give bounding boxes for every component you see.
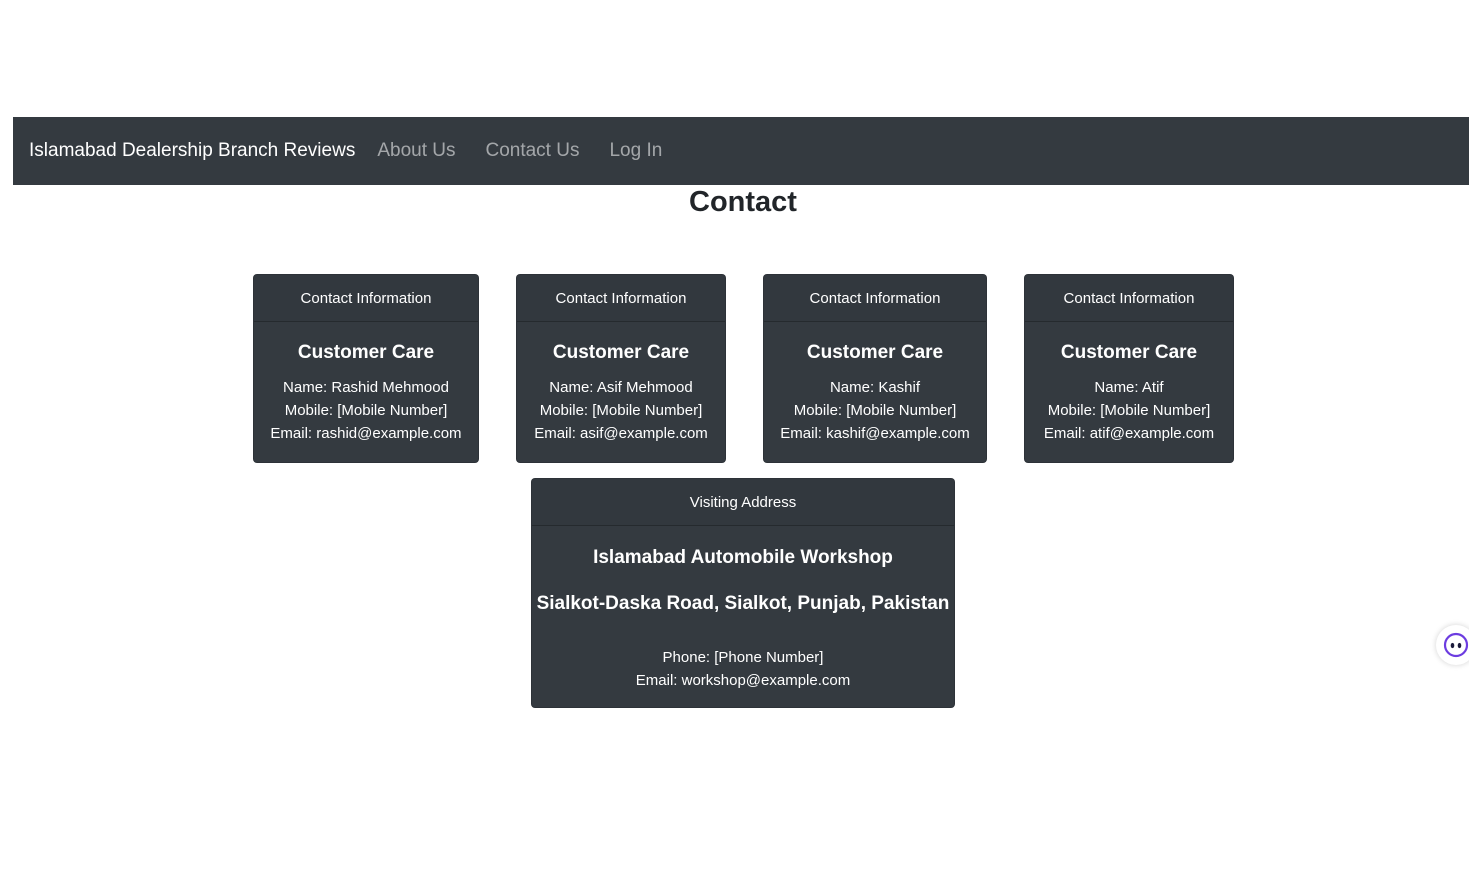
nav-link-about-us[interactable]: About Us (377, 140, 455, 162)
contact-card-asif: Contact Information Customer Care Name: … (516, 274, 726, 463)
card-title: Customer Care (297, 342, 435, 363)
workshop-location: Sialkot-Daska Road, Sialkot, Punjab, Pak… (536, 593, 950, 614)
nav-link-log-in[interactable]: Log In (609, 140, 662, 162)
card-header: Contact Information (254, 275, 478, 322)
card-title: Customer Care (552, 342, 690, 363)
card-body: Islamabad Automobile Workshop Sialkot-Da… (532, 526, 954, 692)
navbar: Islamabad Dealership Branch Reviews Abou… (13, 117, 1469, 185)
navbar-brand[interactable]: Islamabad Dealership Branch Reviews (29, 140, 355, 162)
card-header: Contact Information (517, 275, 725, 322)
contact-card-atif: Contact Information Customer Care Name: … (1024, 274, 1234, 463)
contact-name: Name: Kashif (829, 379, 921, 396)
contact-name: Name: Rashid Mehmood (283, 379, 449, 396)
assistant-button[interactable] (1436, 625, 1469, 665)
card-body: Customer Care Name: Asif Mehmood Mobile:… (517, 322, 725, 445)
contact-name: Name: Asif Mehmood (549, 379, 693, 396)
contact-email: Email: rashid@example.com (270, 425, 462, 442)
card-body: Customer Care Name: Atif Mobile: [Mobile… (1025, 322, 1233, 445)
page-title: Contact (689, 186, 797, 218)
contact-mobile: Mobile: [Mobile Number] (793, 402, 957, 419)
card-body: Customer Care Name: Kashif Mobile: [Mobi… (764, 322, 986, 445)
contact-card-rashid: Contact Information Customer Care Name: … (253, 274, 479, 463)
workshop-email: Email: workshop@example.com (635, 672, 851, 689)
contact-email: Email: asif@example.com (534, 425, 708, 442)
contact-card-kashif: Contact Information Customer Care Name: … (763, 274, 987, 463)
contact-mobile: Mobile: [Mobile Number] (284, 402, 448, 419)
card-body: Customer Care Name: Rashid Mehmood Mobil… (254, 322, 478, 445)
contact-mobile: Mobile: [Mobile Number] (1047, 402, 1211, 419)
assistant-face-icon (1443, 632, 1469, 658)
contact-mobile: Mobile: [Mobile Number] (539, 402, 703, 419)
contact-email: Email: kashif@example.com (780, 425, 970, 442)
visiting-address-card: Visiting Address Islamabad Automobile Wo… (531, 478, 955, 708)
card-header: Visiting Address (532, 479, 954, 526)
nav-link-contact-us[interactable]: Contact Us (485, 140, 579, 162)
card-header: Contact Information (764, 275, 986, 322)
card-title: Customer Care (1060, 342, 1198, 363)
workshop-phone: Phone: [Phone Number] (662, 649, 824, 666)
contact-email: Email: atif@example.com (1043, 425, 1215, 442)
card-header: Contact Information (1025, 275, 1233, 322)
card-title: Customer Care (806, 342, 944, 363)
workshop-name: Islamabad Automobile Workshop (593, 547, 893, 568)
contact-name: Name: Atif (1094, 379, 1164, 396)
